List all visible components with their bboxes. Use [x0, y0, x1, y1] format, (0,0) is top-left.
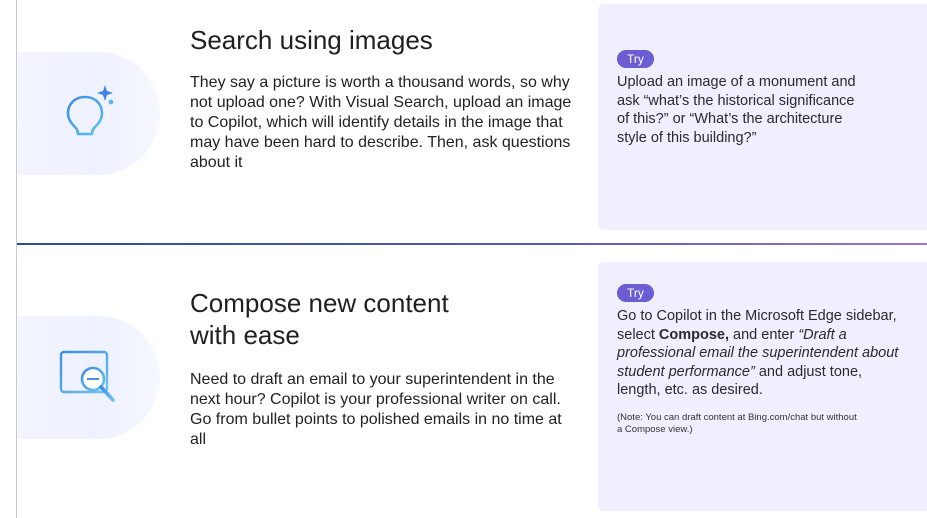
- try-text-search-images: Upload an image of a monument and ask “w…: [617, 74, 856, 146]
- compose-content-icon-tab: [17, 316, 160, 439]
- try-text-compose-content: Go to Copilot in the Microsoft Edge side…: [617, 307, 907, 400]
- section-divider: [17, 243, 927, 245]
- section-title-search-images: Search using images: [190, 25, 433, 55]
- section-body-compose-content: Need to draft an email to your superinte…: [190, 371, 562, 448]
- section-title-compose-content: Compose new content with ease: [190, 287, 449, 351]
- compose-note: (Note: You can draft content at Bing.com…: [617, 411, 857, 435]
- lightbulb-sparkle-icon: [66, 84, 113, 143]
- try-card-compose-content: Try Go to Copilot in the Microsoft Edge …: [598, 262, 927, 511]
- section-title-line-1: Compose new content: [190, 288, 449, 318]
- try-badge: Try: [617, 284, 654, 302]
- try-card-search-images: Try Upload an image of a monument and as…: [598, 4, 927, 230]
- try-text-part-2: and enter: [729, 326, 799, 343]
- compose-keyword: Compose,: [658, 326, 730, 343]
- section-title-line-2: with ease: [190, 320, 300, 350]
- document-magnifier-icon: [59, 350, 115, 402]
- try-badge: Try: [617, 50, 654, 68]
- section-body-search-images: They say a picture is worth a thousand w…: [190, 74, 572, 171]
- search-images-icon-tab: [17, 52, 160, 175]
